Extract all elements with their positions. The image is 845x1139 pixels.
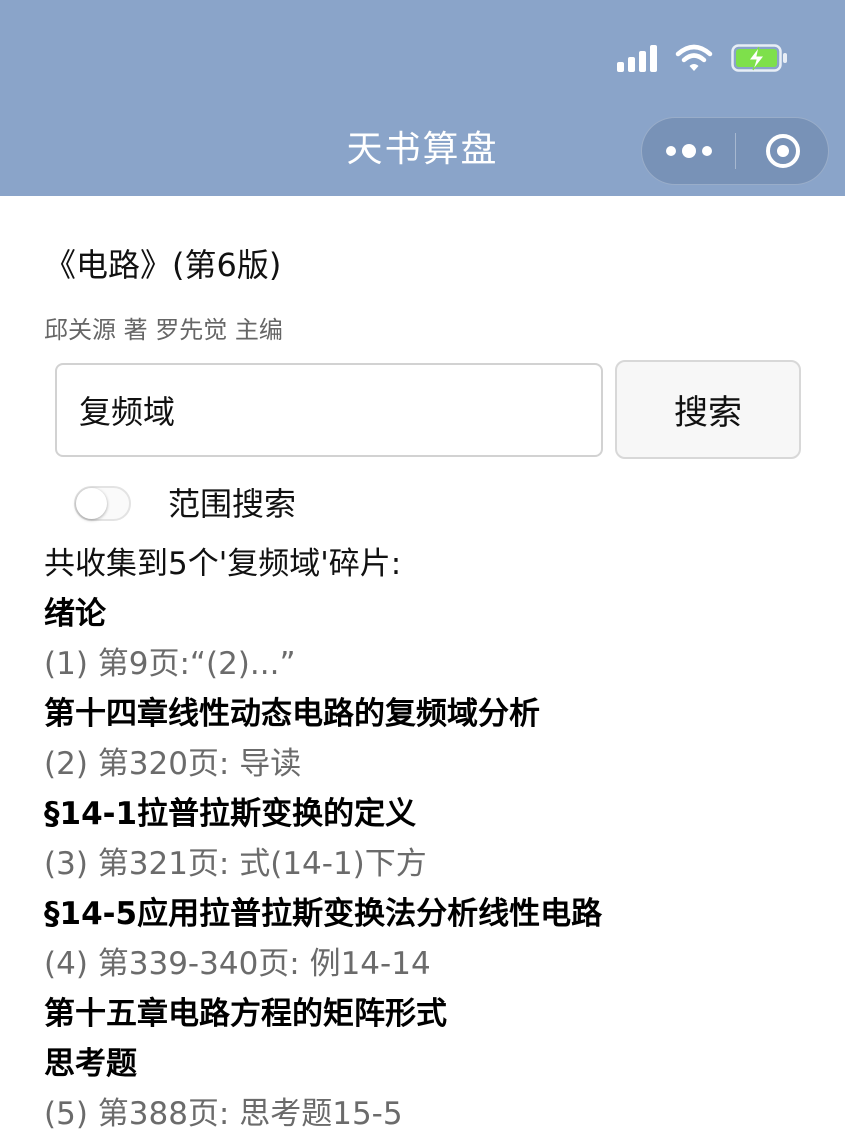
result-section-heading: 思考题	[44, 1046, 137, 1082]
status-bar	[617, 38, 789, 78]
results-list: 共收集到5个'复频域'碎片: 绪论 (1) 第9页:“(2)...” 第十四章线性动…	[44, 539, 834, 1139]
result-lines: 绪论 (1) 第9页:“(2)...” 第十四章线性动态电路的复频域分析 (2) 第3…	[44, 589, 834, 1139]
result-item[interactable]: (4) 第339-340页: 例14-14	[44, 939, 834, 989]
search-input[interactable]	[55, 363, 603, 457]
result-item[interactable]: (1) 第9页:“(2)...”	[44, 639, 834, 689]
book-title: 《电路》(第6版)	[44, 246, 282, 284]
result-section-heading: 第十五章电路方程的矩阵形式	[44, 996, 447, 1032]
result-section-heading: §14-1拉普拉斯变换的定义	[44, 796, 417, 832]
more-dots-icon[interactable]	[642, 118, 735, 184]
top-bar: 天书算盘	[0, 0, 845, 196]
result-section-heading: §14-5应用拉普拉斯变换法分析线性电路	[44, 896, 603, 932]
result-item[interactable]: (5) 第388页: 思考题15-5	[44, 1089, 834, 1139]
wifi-icon	[675, 44, 713, 71]
search-button[interactable]: 搜索	[615, 360, 801, 459]
range-search-label: 范围搜索	[168, 485, 297, 523]
results-summary: 共收集到5个'复频域'碎片:	[44, 546, 402, 582]
book-authors: 邱关源 著 罗先觉 主编	[44, 316, 283, 344]
target-close-icon[interactable]	[736, 118, 829, 184]
signal-icon	[617, 44, 657, 72]
result-item[interactable]: (2) 第320页: 导读	[44, 739, 834, 789]
battery-charging-icon	[731, 44, 787, 72]
result-section-heading: 绪论	[44, 596, 106, 632]
range-search-toggle[interactable]	[74, 486, 131, 521]
result-item[interactable]: (3) 第321页: 式(14-1)下方	[44, 839, 834, 889]
mini-program-capsule	[641, 117, 829, 185]
toggle-knob	[76, 488, 107, 519]
close-ring-icon	[765, 134, 800, 168]
result-section-heading: 第十四章线性动态电路的复频域分析	[44, 696, 540, 732]
